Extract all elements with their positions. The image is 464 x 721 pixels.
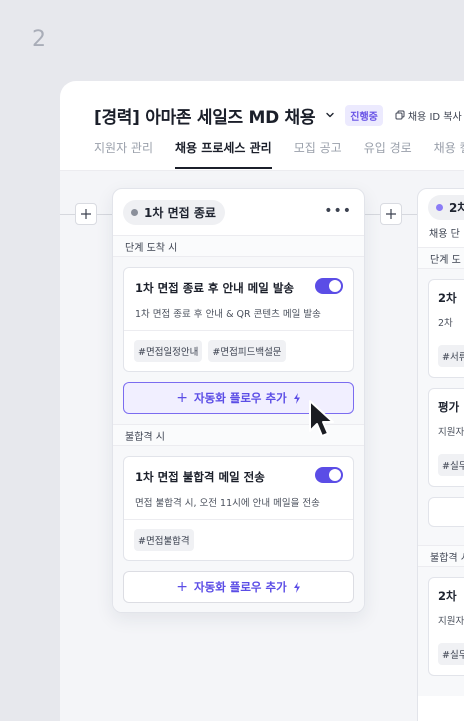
stage-name: 1차 면접 종료 bbox=[144, 205, 216, 220]
flow-title: 2차 bbox=[438, 589, 457, 603]
stage-name-pill[interactable]: 1차 면접 종료 bbox=[123, 199, 225, 225]
plus-icon: + bbox=[176, 390, 189, 406]
flow-tag: #면접일정안내 bbox=[134, 340, 203, 362]
add-automation-flow-button[interactable] bbox=[428, 497, 464, 527]
add-flow-label: 자동화 플로우 추가 bbox=[194, 580, 287, 594]
tab-hiring-calendar[interactable]: 채용 캘린더 bbox=[434, 137, 464, 169]
chevron-down-icon[interactable] bbox=[323, 108, 337, 122]
tab-bar: 지원자 관리 채용 프로세스 관리 모집 공고 유입 경로 채용 캘린더 bbox=[94, 137, 464, 169]
add-flow-label: 자동화 플로우 추가 bbox=[194, 391, 287, 405]
plus-icon: + bbox=[176, 579, 189, 595]
flow-tag: #실무 bbox=[438, 643, 464, 665]
page-header: [경력] 아마존 세일즈 MD 채용 진행중 채용 ID 복사 bbox=[94, 103, 464, 128]
stage-subtitle: 채용 단 bbox=[429, 229, 460, 240]
stage-status-dot bbox=[436, 203, 443, 211]
copy-id-button[interactable]: 채용 ID 복사 bbox=[395, 108, 462, 123]
add-stage-button[interactable] bbox=[75, 203, 97, 225]
more-options-icon[interactable]: ••• bbox=[324, 203, 352, 219]
lightning-bolt-icon bbox=[293, 581, 301, 593]
tab-applicant-management[interactable]: 지원자 관리 bbox=[94, 137, 153, 169]
flow-title: 2차 bbox=[438, 291, 457, 305]
mouse-pointer-icon bbox=[309, 400, 334, 437]
lightning-bolt-icon bbox=[293, 392, 301, 404]
flow-description: 1차 면접 종료 후 안내 & QR 콘텐츠 메일 발송 bbox=[135, 309, 321, 320]
flow-tag: #실무 bbox=[438, 454, 464, 476]
stage-column-2: 2차 채용 단 단계 도 2차 2차 #서류 평가 지원자 #실무 불합격 시 bbox=[417, 188, 464, 721]
job-title: [경력] 아마존 세일즈 MD 채용 bbox=[94, 107, 316, 128]
stage-header: 1차 면접 종료 ••• bbox=[113, 189, 364, 235]
section-reject: 1차 면접 불합격 메일 전송 면접 불합격 시, 오전 11시에 안내 메일을… bbox=[113, 446, 364, 612]
section-reject: 2차 지원자 #실무 bbox=[418, 567, 464, 696]
stage-name: 2차 bbox=[449, 200, 464, 215]
connector-line bbox=[97, 214, 112, 215]
app-window: [경력] 아마존 세일즈 MD 채용 진행중 채용 ID 복사 지원자 관리 채… bbox=[60, 81, 464, 721]
flow-description: 2차 bbox=[438, 318, 453, 329]
flow-title: 1차 면접 종료 후 안내 메일 발송 bbox=[135, 281, 294, 295]
flow-enabled-toggle[interactable] bbox=[315, 278, 343, 294]
automation-flow-card[interactable]: 평가 지원자 #실무 bbox=[428, 388, 464, 487]
automation-flow-card[interactable]: 1차 면접 종료 후 안내 메일 발송 1차 면접 종료 후 안내 & QR 콘… bbox=[123, 267, 354, 372]
stage-name-pill[interactable]: 2차 bbox=[428, 194, 464, 220]
connector-line bbox=[365, 214, 380, 215]
step-number: 2 bbox=[32, 27, 46, 52]
automation-flow-card[interactable]: 1차 면접 불합격 메일 전송 면접 불합격 시, 오전 11시에 안내 메일을… bbox=[123, 456, 354, 561]
section-arrival: 2차 2차 #서류 평가 지원자 #실무 bbox=[418, 269, 464, 545]
tab-job-posting[interactable]: 모집 공고 bbox=[294, 137, 342, 169]
copy-id-label: 채용 ID 복사 bbox=[407, 111, 462, 123]
flow-tag: #면접피드백설문 bbox=[208, 340, 286, 362]
flow-title: 1차 면접 불합격 메일 전송 bbox=[135, 470, 265, 484]
automation-flow-card[interactable]: 2차 2차 #서류 bbox=[428, 279, 464, 378]
process-board: 1차 면접 종료 ••• 단계 도착 시 1차 면접 종료 후 안내 메일 발송… bbox=[60, 171, 464, 721]
section-label-reject: 불합격 시 bbox=[418, 545, 464, 567]
flow-description: 지원자 bbox=[438, 427, 464, 438]
flow-tags: #면접불합격 bbox=[124, 520, 353, 560]
stage-status-dot bbox=[131, 208, 138, 216]
connector-line bbox=[60, 214, 75, 215]
section-label-arrival: 단계 도착 시 bbox=[113, 235, 364, 257]
flow-description: 지원자 bbox=[438, 616, 464, 627]
plus-icon bbox=[386, 209, 396, 219]
stage-header: 2차 bbox=[418, 189, 464, 225]
connector-line bbox=[402, 214, 417, 215]
flow-description: 면접 불합격 시, 오전 11시에 안내 메일을 전송 bbox=[135, 498, 320, 509]
section-label-arrival: 단계 도 bbox=[418, 247, 464, 269]
tab-inflow-channel[interactable]: 유입 경로 bbox=[364, 137, 412, 169]
flow-title: 평가 bbox=[438, 400, 460, 414]
status-badge: 진행중 bbox=[345, 104, 383, 126]
flow-enabled-toggle[interactable] bbox=[315, 467, 343, 483]
add-automation-flow-button[interactable]: + 자동화 플로우 추가 bbox=[123, 571, 354, 603]
copy-icon bbox=[395, 110, 405, 120]
flow-tag: #서류 bbox=[438, 345, 464, 367]
tab-hiring-process[interactable]: 채용 프로세스 관리 bbox=[175, 137, 272, 169]
plus-icon bbox=[81, 209, 91, 219]
automation-flow-card[interactable]: 2차 지원자 #실무 bbox=[428, 577, 464, 676]
flow-tags: #면접일정안내 #면접피드백설문 bbox=[124, 331, 353, 371]
add-stage-button[interactable] bbox=[380, 203, 402, 225]
flow-tag: #면접불합격 bbox=[134, 529, 194, 551]
